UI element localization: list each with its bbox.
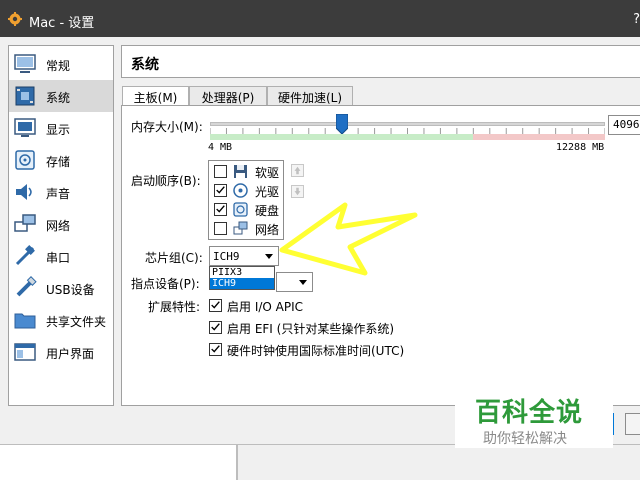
tab-motherboard[interactable]: 主板(M) bbox=[122, 86, 189, 107]
boot-floppy-checkbox[interactable] bbox=[214, 165, 227, 178]
boot-optical-checkbox[interactable] bbox=[214, 184, 227, 197]
chipset-dropdown-list: PIIX3 ICH9 bbox=[209, 266, 275, 290]
app-gear-icon bbox=[8, 12, 22, 26]
sidebar-item-label: 声音 bbox=[46, 187, 71, 201]
shared-folder-icon bbox=[14, 313, 36, 329]
sidebar-item-label: 系统 bbox=[46, 91, 71, 105]
tab-processor[interactable]: 处理器(P) bbox=[189, 86, 267, 106]
annotation-arrow-icon bbox=[279, 202, 418, 276]
optical-disc-icon bbox=[233, 183, 248, 198]
boot-order-label: 启动顺序(B): bbox=[131, 174, 201, 188]
memory-slider-handle[interactable] bbox=[335, 114, 348, 134]
boot-item-label: 软驱 bbox=[255, 166, 280, 180]
display-icon bbox=[14, 118, 36, 137]
memory-max-label: 12288 MB bbox=[556, 142, 605, 153]
page-header: 系统 bbox=[121, 45, 640, 78]
memory-min-label: 4 MB bbox=[208, 142, 233, 153]
network-boot-icon bbox=[233, 221, 248, 235]
utc-clock-checkbox[interactable] bbox=[209, 343, 222, 356]
sidebar-item-label: 串口 bbox=[46, 251, 71, 265]
sidebar-item-serial-port[interactable]: 串口 bbox=[9, 240, 113, 272]
chipset-value: ICH9 bbox=[213, 250, 240, 263]
general-icon bbox=[14, 54, 36, 73]
user-interface-icon bbox=[14, 343, 36, 361]
pointing-device-label: 指点设备(P): bbox=[131, 277, 200, 291]
sidebar-item-label: 显示 bbox=[46, 123, 71, 137]
sidebar-item-general[interactable]: 常规 bbox=[9, 48, 113, 80]
sidebar-item-audio[interactable]: 声音 bbox=[9, 176, 113, 208]
io-apic-label: 启用 I/O APIC bbox=[227, 300, 304, 314]
footer-button-area bbox=[238, 444, 640, 480]
memory-over-range bbox=[473, 134, 605, 140]
memory-recommended-range bbox=[210, 134, 473, 140]
sidebar-item-label: 网络 bbox=[46, 219, 71, 233]
sidebar-item-system[interactable]: 系统 bbox=[9, 80, 113, 112]
audio-icon bbox=[16, 184, 32, 200]
network-icon bbox=[14, 214, 36, 232]
sidebar-item-label: 存储 bbox=[46, 155, 71, 169]
memory-label: 内存大小(M): bbox=[131, 120, 203, 134]
sidebar-item-network[interactable]: 网络 bbox=[9, 208, 113, 240]
boot-network-checkbox[interactable] bbox=[214, 222, 227, 235]
hard-disk-icon bbox=[233, 202, 248, 217]
memory-slider-track[interactable] bbox=[210, 122, 605, 126]
chipset-option-ich9[interactable]: ICH9 bbox=[210, 278, 274, 289]
sidebar-item-user-interface[interactable]: 用户界面 bbox=[9, 336, 113, 368]
window-title: Mac - 设置 bbox=[29, 16, 95, 31]
boot-item-floppy[interactable]: 软驱 bbox=[209, 162, 283, 181]
utc-clock-label: 硬件时钟使用国际标准时间(UTC) bbox=[227, 344, 405, 358]
boot-hard-disk-checkbox[interactable] bbox=[214, 203, 227, 216]
sidebar-item-display[interactable]: 显示 bbox=[9, 112, 113, 144]
boot-move-up-button[interactable] bbox=[291, 164, 304, 177]
efi-checkbox[interactable] bbox=[209, 321, 222, 334]
sidebar-item-storage[interactable]: 存储 bbox=[9, 144, 113, 176]
sidebar-item-label: USB设备 bbox=[46, 283, 95, 297]
page-title: 系统 bbox=[131, 57, 159, 73]
sidebar-item-label: 共享文件夹 bbox=[46, 315, 107, 329]
sidebar-item-label: 用户界面 bbox=[46, 347, 95, 361]
watermark-title: 百科全说 bbox=[475, 398, 584, 428]
io-apic-checkbox[interactable] bbox=[209, 299, 222, 312]
sidebar-item-shared-folders[interactable]: 共享文件夹 bbox=[9, 304, 113, 336]
usb-icon bbox=[16, 276, 37, 297]
serial-port-icon bbox=[15, 245, 35, 266]
chipset-select[interactable]: ICH9 bbox=[209, 246, 279, 266]
floppy-icon bbox=[234, 165, 247, 178]
cancel-button-edge[interactable] bbox=[625, 413, 640, 435]
storage-icon bbox=[15, 150, 35, 170]
efi-label: 启用 EFI (只针对某些操作系统) bbox=[227, 322, 395, 336]
system-icon bbox=[15, 86, 35, 106]
memory-size-input[interactable]: 4096 bbox=[608, 115, 640, 135]
chipset-option-piix3[interactable]: PIIX3 bbox=[210, 267, 274, 278]
footer-status-area bbox=[0, 444, 236, 480]
settings-sidebar: 常规 系统 显示 存储 声音 网络 串口 USB设备 共享文件夹 用户界面 bbox=[8, 45, 114, 406]
tab-acceleration[interactable]: 硬件加速(L) bbox=[267, 86, 353, 106]
help-button[interactable]: ? bbox=[633, 12, 640, 27]
chipset-label: 芯片组(C): bbox=[145, 251, 203, 265]
watermark-subtitle: 助你轻松解决 bbox=[483, 431, 567, 447]
sidebar-item-usb[interactable]: USB设备 bbox=[9, 272, 113, 304]
extended-features-label: 扩展特性: bbox=[148, 300, 201, 314]
title-bar: Mac - 设置 ? bbox=[0, 0, 640, 37]
arrow-up-icon bbox=[294, 166, 301, 175]
sidebar-item-label: 常规 bbox=[46, 59, 71, 73]
